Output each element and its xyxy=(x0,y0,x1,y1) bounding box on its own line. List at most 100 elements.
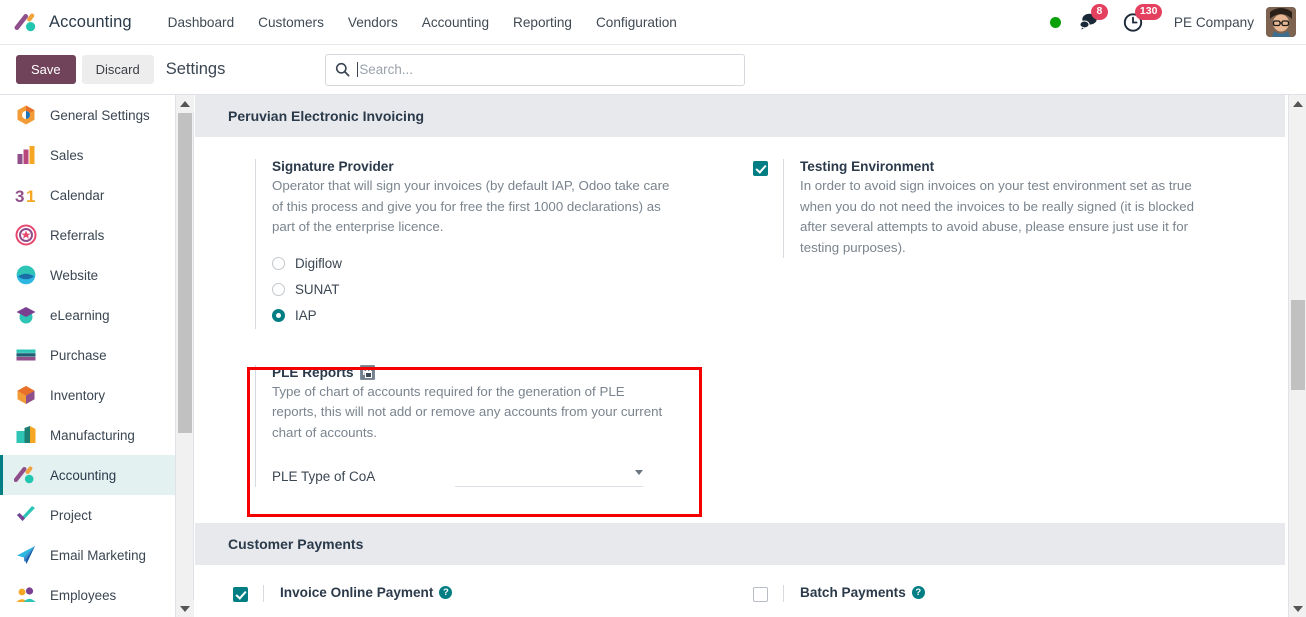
ple-type-of-coa-select[interactable] xyxy=(455,465,643,487)
project-icon xyxy=(14,503,38,527)
batch-payments-label: Batch Payments xyxy=(800,585,906,600)
radio-iap[interactable]: IAP xyxy=(272,303,720,329)
navmenu-vendors[interactable]: Vendors xyxy=(336,9,410,36)
manufacturing-icon xyxy=(14,423,38,447)
help-circle-icon[interactable]: ? xyxy=(911,586,925,599)
sidebar-item-website[interactable]: Website xyxy=(0,255,175,295)
invoice-online-payment-checkbox[interactable] xyxy=(233,587,248,602)
radio-sunat[interactable]: SUNAT xyxy=(272,277,720,303)
page-title: Settings xyxy=(165,60,226,78)
sidebar-label: Referrals xyxy=(50,227,105,243)
svg-text:1: 1 xyxy=(26,187,35,206)
scroll-up-arrow-icon[interactable] xyxy=(176,95,194,112)
discard-button[interactable]: Discard xyxy=(81,55,154,84)
setting-testing-environment: Testing Environment In order to avoid si… xyxy=(740,159,1285,258)
sidebar-label: Accounting xyxy=(50,467,117,483)
svg-text:3: 3 xyxy=(15,187,24,206)
setting-signature-provider: Signature Provider Operator that will si… xyxy=(195,159,740,329)
scroll-down-arrow-icon[interactable] xyxy=(1289,600,1306,617)
sidebar-item-accounting[interactable]: Accounting xyxy=(0,455,175,495)
sidebar-item-referrals[interactable]: Referrals xyxy=(0,215,175,255)
section-body-peruvian: Signature Provider Operator that will si… xyxy=(195,137,1285,487)
navmenu-reporting[interactable]: Reporting xyxy=(501,9,584,36)
sidebar-scrollbar[interactable] xyxy=(176,95,194,617)
navmenu-customers[interactable]: Customers xyxy=(246,9,336,36)
testing-environment-title: Testing Environment xyxy=(800,159,935,174)
online-status-indicator xyxy=(1049,16,1061,28)
inventory-icon xyxy=(14,383,38,407)
radio-indicator-selected[interactable] xyxy=(272,309,285,322)
batch-payments-title-row: Batch Payments ? xyxy=(800,585,1265,600)
section-body-customer-payments: Invoice Online Payment ? Batch Payments … xyxy=(195,565,1285,602)
body-area: General Settings Sales 3 1 Calendar Refe… xyxy=(0,95,1306,617)
batch-payments-checkbox[interactable] xyxy=(753,587,768,602)
sidebar-label: Calendar xyxy=(50,187,105,203)
ple-type-of-coa-row: PLE Type of CoA xyxy=(272,465,720,487)
settings-left-column: Signature Provider Operator that will si… xyxy=(195,159,740,487)
sidebar-label: Project xyxy=(50,507,92,523)
ple-type-of-coa-label: PLE Type of CoA xyxy=(272,468,376,484)
setting-invoice-online-payment: Invoice Online Payment ? xyxy=(195,585,740,602)
app-brand-label: Accounting xyxy=(49,12,132,31)
invoice-online-payment-title-row: Invoice Online Payment ? xyxy=(280,585,720,600)
main-scrollbar[interactable] xyxy=(1288,95,1306,617)
messages-button[interactable]: 8 xyxy=(1078,4,1108,32)
sidebar-item-manufacturing[interactable]: Manufacturing xyxy=(0,415,175,455)
sidebar-item-elearning[interactable]: eLearning xyxy=(0,295,175,335)
signature-provider-title: Signature Provider xyxy=(272,159,394,174)
scroll-down-arrow-icon[interactable] xyxy=(176,600,194,617)
sidebar-label: Purchase xyxy=(50,347,107,363)
sidebar-label: Inventory xyxy=(50,387,106,403)
search-text-cursor xyxy=(357,62,359,77)
setting-batch-payments: Batch Payments ? xyxy=(740,585,1285,602)
section-header-customer-payments: Customer Payments xyxy=(195,523,1285,565)
elearning-icon xyxy=(14,303,38,327)
signature-provider-description: Operator that will sign your invoices (b… xyxy=(272,178,670,234)
sidebar-label: Email Marketing xyxy=(50,547,146,563)
main-scrollbar-thumb[interactable] xyxy=(1291,300,1305,390)
sidebar-item-general-settings[interactable]: General Settings xyxy=(0,95,175,135)
sidebar-item-project[interactable]: Project xyxy=(0,495,175,535)
section-header-peruvian-electronic-invoicing: Peruvian Electronic Invoicing xyxy=(195,95,1285,137)
website-icon xyxy=(14,263,38,287)
navmenu-dashboard[interactable]: Dashboard xyxy=(156,9,247,36)
settings-sidebar: General Settings Sales 3 1 Calendar Refe… xyxy=(0,95,176,617)
company-selector[interactable]: PE Company xyxy=(1174,15,1254,30)
radio-label: Digiflow xyxy=(295,256,342,271)
activities-count-badge: 130 xyxy=(1134,3,1163,20)
sidebar-label: Website xyxy=(50,267,99,283)
sidebar-item-sales[interactable]: Sales xyxy=(0,135,175,175)
activities-button[interactable]: 130 xyxy=(1122,3,1163,33)
sidebar-label: Employees xyxy=(50,587,117,603)
avatar[interactable] xyxy=(1266,7,1296,37)
sidebar-item-inventory[interactable]: Inventory xyxy=(0,375,175,415)
search-input[interactable]: Search... xyxy=(325,53,746,86)
signature-provider-radio-group: Digiflow SUNAT IAP xyxy=(272,251,720,329)
testing-environment-checkbox[interactable] xyxy=(753,161,768,176)
radio-indicator[interactable] xyxy=(272,257,285,270)
sidebar-item-employees[interactable]: Employees xyxy=(0,575,175,615)
radio-digiflow[interactable]: Digiflow xyxy=(272,251,720,277)
search-placeholder: Search... xyxy=(359,62,413,77)
general-settings-icon xyxy=(14,103,38,127)
app-brand[interactable]: Accounting xyxy=(14,9,132,35)
save-button[interactable]: Save xyxy=(16,55,76,84)
search-icon xyxy=(335,62,350,77)
sidebar-item-email-marketing[interactable]: Email Marketing xyxy=(0,535,175,575)
chevron-down-icon[interactable] xyxy=(635,470,643,475)
setting-ple-reports: PLE Reports Type of chart of accounts re… xyxy=(195,364,740,487)
sidebar-label: Sales xyxy=(50,147,84,163)
sidebar-item-purchase[interactable]: Purchase xyxy=(0,335,175,375)
purchase-icon xyxy=(14,343,38,367)
scroll-up-arrow-icon[interactable] xyxy=(1289,95,1306,112)
sidebar-scrollbar-thumb[interactable] xyxy=(178,113,192,433)
sidebar-item-calendar[interactable]: 3 1 Calendar xyxy=(0,175,175,215)
navmenu-configuration[interactable]: Configuration xyxy=(584,9,689,36)
ple-reports-description: Type of chart of accounts required for t… xyxy=(272,383,663,440)
help-circle-icon[interactable]: ? xyxy=(439,586,453,599)
navmenu-accounting[interactable]: Accounting xyxy=(410,9,501,36)
ple-reports-title-row: PLE Reports xyxy=(272,364,720,380)
radio-indicator[interactable] xyxy=(272,283,285,296)
top-navbar: Accounting Dashboard Customers Vendors A… xyxy=(0,0,1306,45)
company-building-icon xyxy=(359,364,375,380)
